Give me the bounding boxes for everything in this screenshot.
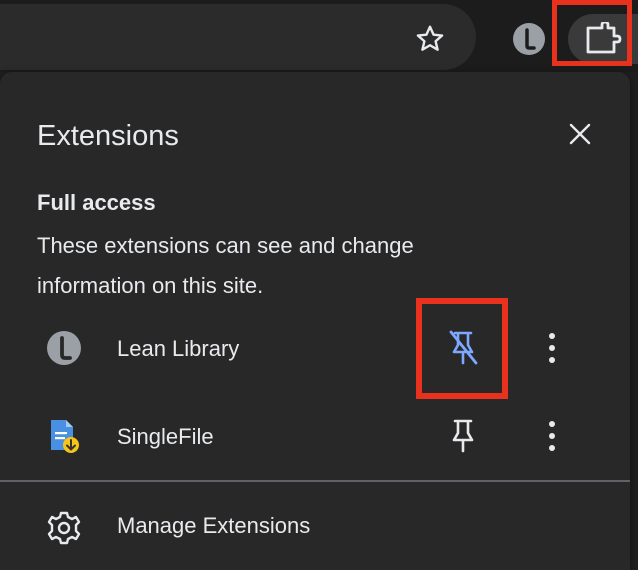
- section-heading: Full access: [37, 190, 156, 215]
- extension-name: Lean Library: [117, 336, 240, 361]
- section-description: These extensions can see and change info…: [37, 233, 414, 298]
- bookmark-star-button[interactable]: [408, 17, 452, 61]
- close-button[interactable]: [562, 116, 598, 152]
- address-bar[interactable]: [0, 4, 476, 70]
- star-icon: [416, 25, 444, 51]
- divider: [0, 480, 630, 482]
- more-options-button[interactable]: [532, 326, 572, 370]
- pin-button[interactable]: [441, 414, 485, 458]
- browser-toolbar: [0, 0, 638, 72]
- lean-library-icon: [513, 23, 545, 55]
- lean-library-icon: [47, 331, 81, 365]
- toolbar-lean-library-button[interactable]: [512, 22, 546, 56]
- extension-row-singlefile[interactable]: SingleFile: [0, 406, 630, 466]
- gear-icon: [47, 511, 81, 545]
- panel-title: Extensions: [37, 120, 179, 152]
- highlight-box-unpin-button: [416, 298, 508, 399]
- singlefile-icon: [51, 420, 79, 453]
- manage-extensions-button[interactable]: Manage Extensions: [0, 500, 630, 556]
- highlight-box-extensions-button: [552, 0, 632, 66]
- more-options-button[interactable]: [532, 414, 572, 458]
- extension-row-lean-library[interactable]: Lean Library: [0, 318, 630, 378]
- more-vert-icon: [549, 333, 555, 363]
- close-icon: [569, 123, 591, 145]
- more-vert-icon: [549, 421, 555, 451]
- manage-extensions-label: Manage Extensions: [117, 513, 311, 538]
- extension-name: SingleFile: [117, 424, 214, 449]
- pin-icon: [452, 419, 474, 453]
- extensions-panel: Extensions Full access These extensions …: [0, 72, 630, 570]
